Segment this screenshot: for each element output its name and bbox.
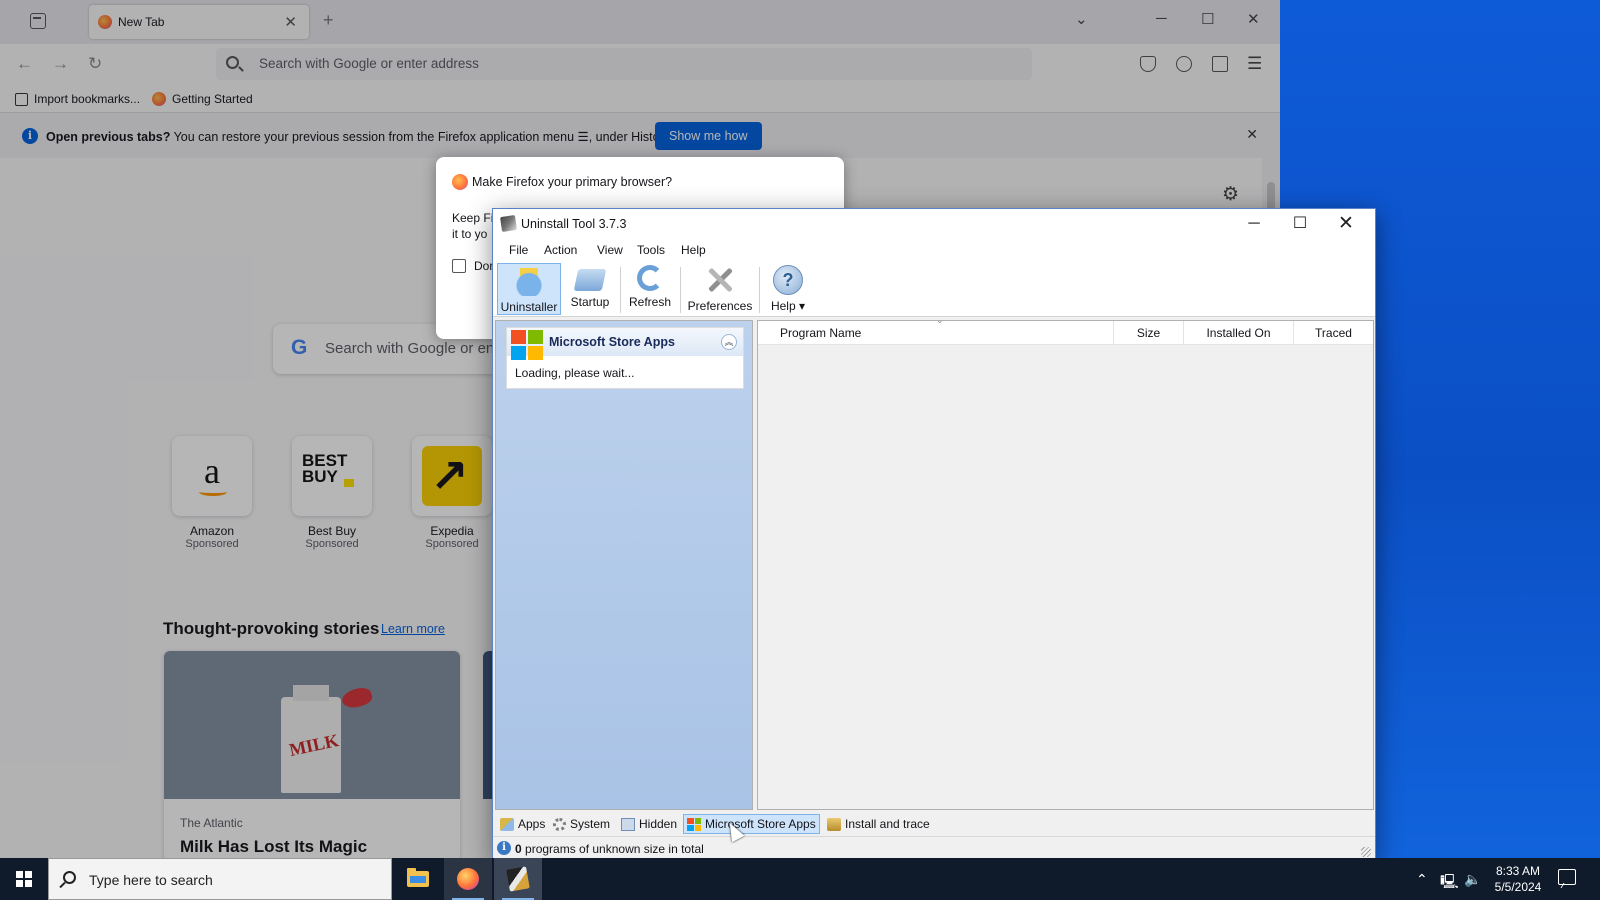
group-title: Microsoft Store Apps [549,335,675,349]
column-traced[interactable]: Traced [1294,321,1373,345]
startup-icon [573,269,607,291]
tab-apps[interactable]: Apps [497,814,548,834]
help-button[interactable]: ? Help ▾ [763,263,813,315]
startup-button[interactable]: Startup [563,263,617,315]
menu-tools[interactable]: Tools [637,243,665,257]
status-text: 0 programs of unknown size in total [515,842,704,856]
collapse-chevron-icon[interactable]: ︽ [721,334,737,350]
minimize-icon[interactable]: ─ [1231,212,1277,236]
sort-arrow-icon: ⌄ [936,315,944,325]
tab-label: System [570,817,611,831]
taskbar-search-box[interactable]: Type here to search [48,858,392,900]
taskbar-firefox[interactable] [444,858,492,900]
apps-icon [500,817,514,831]
menu-help[interactable]: Help [681,243,706,257]
dialog-title: Make Firefox your primary browser? [472,175,673,189]
window-title: Uninstall Tool 3.7.3 [521,217,627,231]
windows-logo-icon [16,871,32,887]
tab-label: Microsoft Store Apps [705,817,816,831]
button-label: Startup [570,295,610,309]
toolbar: Uninstaller Startup Refresh Preferences … [493,261,1375,317]
tab-hidden[interactable]: Hidden [618,814,680,834]
firefox-logo-icon [452,174,468,190]
tab-install-and-trace[interactable]: Install and trace [824,814,933,834]
loading-text: Loading, please wait... [515,366,635,380]
button-label: Uninstaller [500,300,558,314]
notification-center-icon[interactable] [1558,869,1576,885]
package-icon [827,817,841,831]
show-hidden-icons-chevron-icon[interactable]: ⌃ [1416,871,1428,888]
folder-icon [407,868,429,887]
taskbar-file-explorer[interactable] [394,858,442,900]
help-icon: ? [773,265,803,295]
category-panel: Microsoft Store Apps ︽ Loading, please w… [495,320,753,810]
preferences-button[interactable]: Preferences [683,263,757,315]
uninstall-tool-app-icon [500,215,517,232]
taskbar-search-placeholder: Type here to search [89,872,213,888]
refresh-button[interactable]: Refresh [623,263,677,315]
start-button[interactable] [0,858,48,900]
uninstall-tool-app-icon [506,866,530,892]
firefox-logo-icon [457,868,479,890]
list-header: Program Name ⌄ Size Installed On Traced [758,315,1373,345]
microsoft-store-apps-group: Microsoft Store Apps ︽ Loading, please w… [506,327,744,389]
checkbox-label: Dor [474,259,494,273]
category-tabs: Apps System Hidden Microsoft Store Apps … [493,812,1375,836]
taskbar-uninstall-tool[interactable] [494,858,542,900]
microsoft-logo-icon [511,330,543,360]
menu-action[interactable]: Action [544,243,577,257]
button-label: Help ▾ [770,299,806,313]
status-bar: i 0 programs of unknown size in total [493,836,1375,860]
gear-icon [553,817,566,831]
refresh-icon [637,265,663,291]
clock-time: 8:33 AM [1495,864,1541,878]
uninstaller-icon [514,266,544,296]
menu-file[interactable]: File [509,243,528,257]
program-list[interactable]: Program Name ⌄ Size Installed On Traced [757,315,1374,810]
network-icon[interactable]: 🖳 [1440,871,1459,895]
tab-microsoft-store-apps[interactable]: Microsoft Store Apps [683,814,820,834]
menu-bar: File Action View Tools Help [493,239,1375,261]
maximize-icon[interactable]: ☐ [1277,212,1323,236]
hidden-window-icon [621,817,635,831]
uninstaller-button[interactable]: Uninstaller [497,263,561,315]
taskbar: Type here to search ⌃ 🖳 🔈 8:33 AM 5/5/20… [0,858,1600,900]
tab-system[interactable]: System [550,814,613,834]
uninstall-tool-window: Uninstall Tool 3.7.3 ─ ☐ ✕ File Action V… [492,208,1376,860]
clock[interactable]: 8:33 AM 5/5/2024 [1488,863,1548,895]
clock-date: 5/5/2024 [1494,880,1542,894]
info-icon: i [497,841,511,855]
button-label: Preferences [687,299,753,313]
column-size[interactable]: Size [1114,321,1184,345]
volume-muted-icon[interactable]: 🔈 [1464,871,1481,888]
close-icon[interactable]: ✕ [1323,212,1369,236]
tab-label: Apps [518,817,546,831]
resize-grip-icon[interactable] [1361,847,1371,857]
dont-ask-checkbox[interactable] [452,259,466,273]
column-installed-on[interactable]: Installed On [1184,321,1294,345]
tab-label: Hidden [639,817,678,831]
search-icon [63,871,76,884]
tools-icon [705,265,735,295]
microsoft-logo-icon [687,817,701,831]
tab-label: Install and trace [845,817,930,831]
menu-view[interactable]: View [597,243,623,257]
title-bar[interactable]: Uninstall Tool 3.7.3 ─ ☐ ✕ [493,209,1375,239]
group-header[interactable]: Microsoft Store Apps ︽ [507,328,743,360]
button-label: Refresh [628,295,672,309]
